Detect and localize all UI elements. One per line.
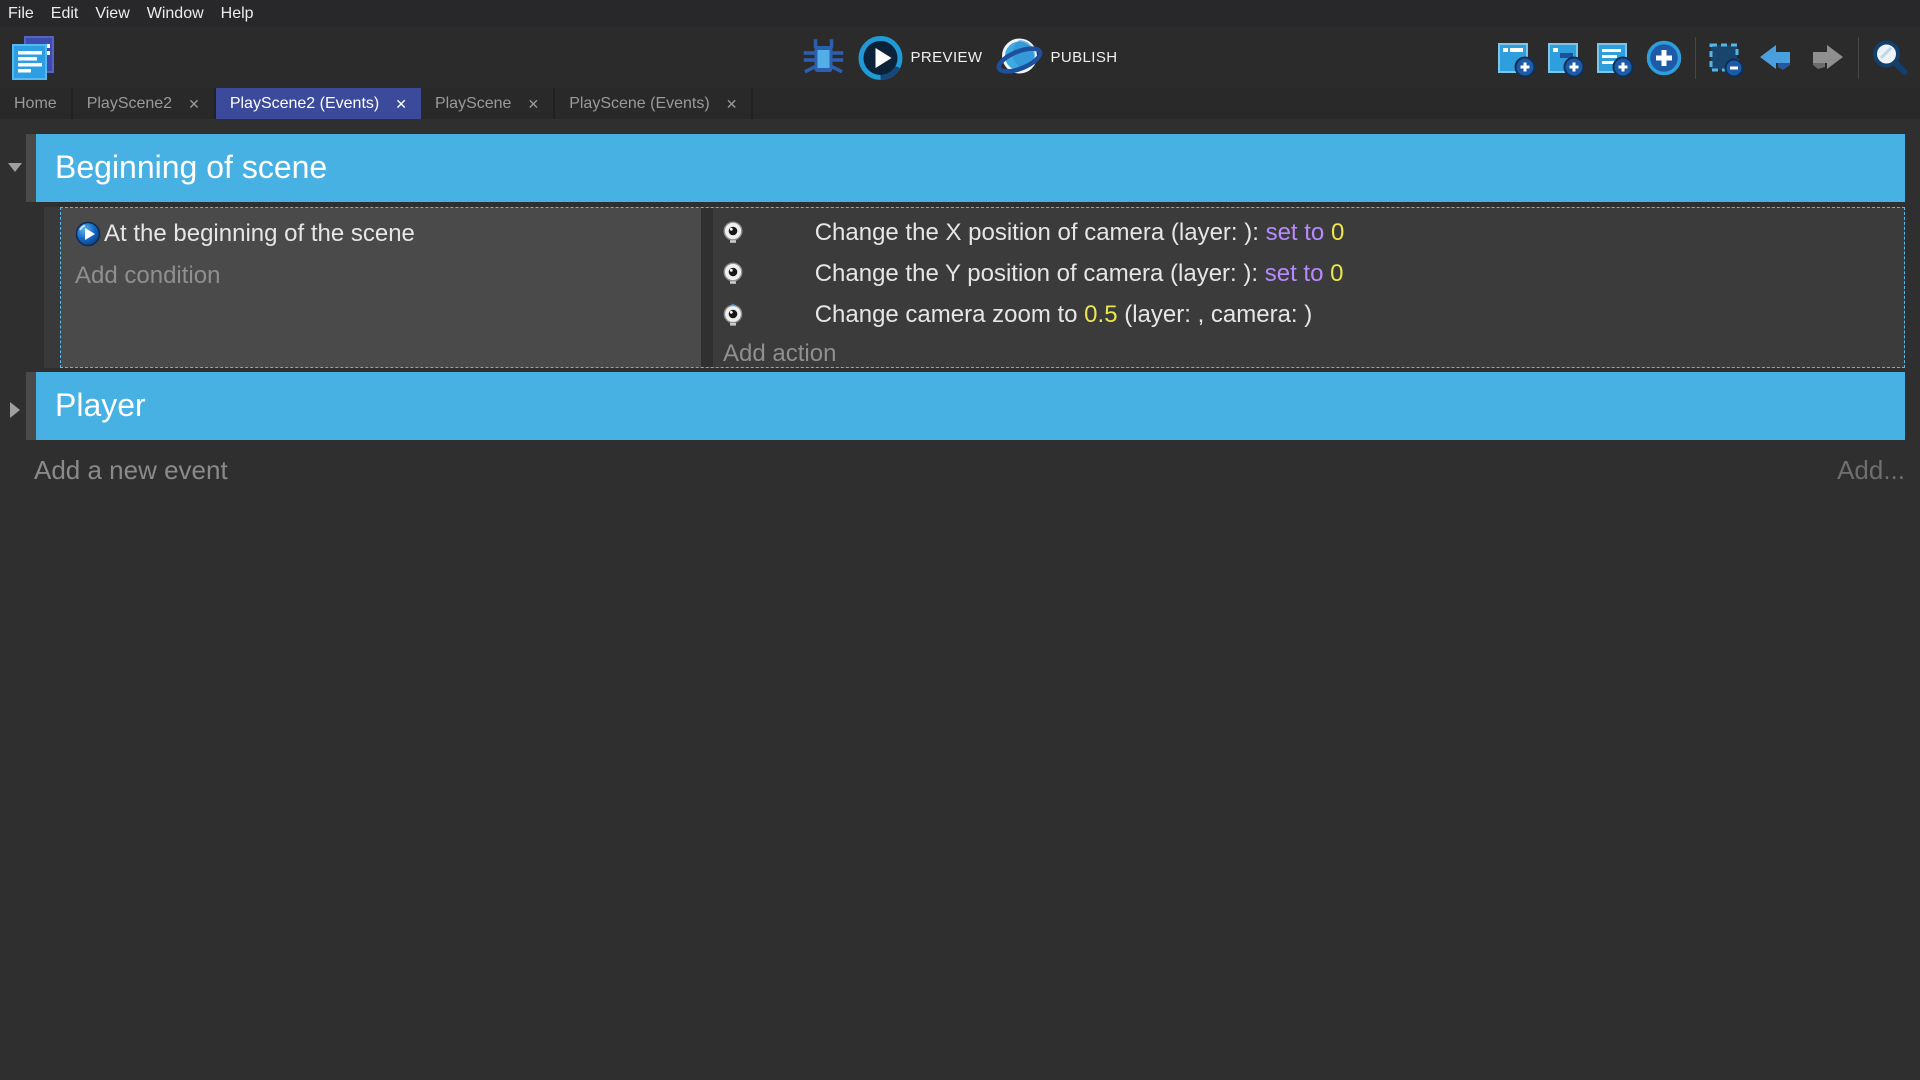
menu-item-help[interactable]: Help: [221, 5, 254, 23]
add-action-button[interactable]: Add action: [723, 340, 836, 368]
group-strip: [26, 134, 36, 202]
collapse-arrow-icon[interactable]: [8, 163, 22, 172]
condition-text: At the beginning of the scene: [104, 220, 415, 248]
add-more-button[interactable]: Add...: [1837, 455, 1905, 486]
tab-home[interactable]: Home: [0, 88, 73, 119]
expand-arrow-icon[interactable]: [10, 402, 20, 418]
tab-close-icon[interactable]: ✕: [527, 97, 539, 111]
event-block[interactable]: At the beginning of the scene Add condit…: [60, 207, 1905, 368]
tab-label: PlayScene: [435, 95, 512, 113]
camera-icon: [721, 262, 745, 286]
tab-label: PlayScene2 (Events): [230, 95, 379, 113]
tab-playscene2[interactable]: PlayScene2 ✕: [73, 88, 216, 119]
toolbar-separator: [1695, 37, 1696, 79]
event-indent-rail: [44, 207, 60, 368]
menu-item-file[interactable]: File: [8, 5, 34, 23]
events-sheet: Beginning of scene: [0, 119, 1920, 1080]
add-event-icon[interactable]: [1497, 39, 1535, 77]
add-condition-row: Add condition: [75, 255, 701, 297]
camera-icon: [721, 221, 745, 245]
publish-label: PUBLISH: [1050, 49, 1117, 66]
redo-icon[interactable]: [1807, 38, 1847, 78]
toolbar-right-group: [1497, 27, 1910, 88]
play-circle-icon: [858, 35, 904, 81]
add-event-row: Add a new event Add...: [0, 455, 1920, 489]
toolbar: PREVIEW PUBLISH: [0, 27, 1920, 88]
tab-close-icon[interactable]: ✕: [188, 97, 200, 111]
tab-label: Home: [14, 95, 57, 113]
project-manager-icon[interactable]: [10, 34, 58, 82]
toolbar-center-group: PREVIEW PUBLISH: [803, 27, 1118, 88]
conditions-column: At the beginning of the scene Add condit…: [61, 208, 701, 367]
tab-label: PlayScene (Events): [569, 95, 710, 113]
tab-label: PlayScene2: [87, 95, 172, 113]
scene-start-icon: [75, 221, 101, 247]
select-instructions-icon[interactable]: [1707, 39, 1745, 77]
menu-item-view[interactable]: View: [95, 5, 129, 23]
toolbar-separator: [1858, 37, 1859, 79]
group-strip: [26, 372, 36, 440]
add-new-event-button[interactable]: Add a new event: [34, 455, 228, 486]
actions-column: Change the X position of camera (layer: …: [713, 208, 1904, 367]
add-circle-icon[interactable]: [1644, 38, 1684, 78]
menu-item-edit[interactable]: Edit: [51, 5, 79, 23]
condition-row[interactable]: At the beginning of the scene: [75, 213, 701, 255]
add-condition-button[interactable]: Add condition: [75, 262, 220, 290]
group-header-player[interactable]: Player: [36, 372, 1905, 440]
debug-bug-icon[interactable]: [803, 39, 845, 77]
add-subevent-icon[interactable]: [1546, 39, 1584, 77]
menu-item-window[interactable]: Window: [147, 5, 204, 23]
tab-bar: Home PlayScene2 ✕ PlayScene2 (Events) ✕ …: [0, 88, 1920, 119]
preview-label: PREVIEW: [911, 49, 983, 66]
camera-zoom-icon: [721, 303, 745, 327]
publish-planet-icon: [995, 34, 1043, 82]
tab-playscene[interactable]: PlayScene ✕: [421, 88, 555, 119]
tab-playscene2-events[interactable]: PlayScene2 (Events) ✕: [216, 88, 421, 119]
menu-bar: File Edit View Window Help: [0, 0, 1920, 27]
undo-icon[interactable]: [1756, 38, 1796, 78]
column-divider: [701, 208, 713, 367]
preview-button[interactable]: PREVIEW: [858, 35, 983, 81]
add-comment-icon[interactable]: [1595, 39, 1633, 77]
tab-close-icon[interactable]: ✕: [726, 97, 738, 111]
tab-playscene-events[interactable]: PlayScene (Events) ✕: [555, 88, 753, 119]
tab-close-icon[interactable]: ✕: [395, 97, 407, 111]
publish-button[interactable]: PUBLISH: [995, 34, 1117, 82]
search-icon[interactable]: [1870, 38, 1910, 78]
